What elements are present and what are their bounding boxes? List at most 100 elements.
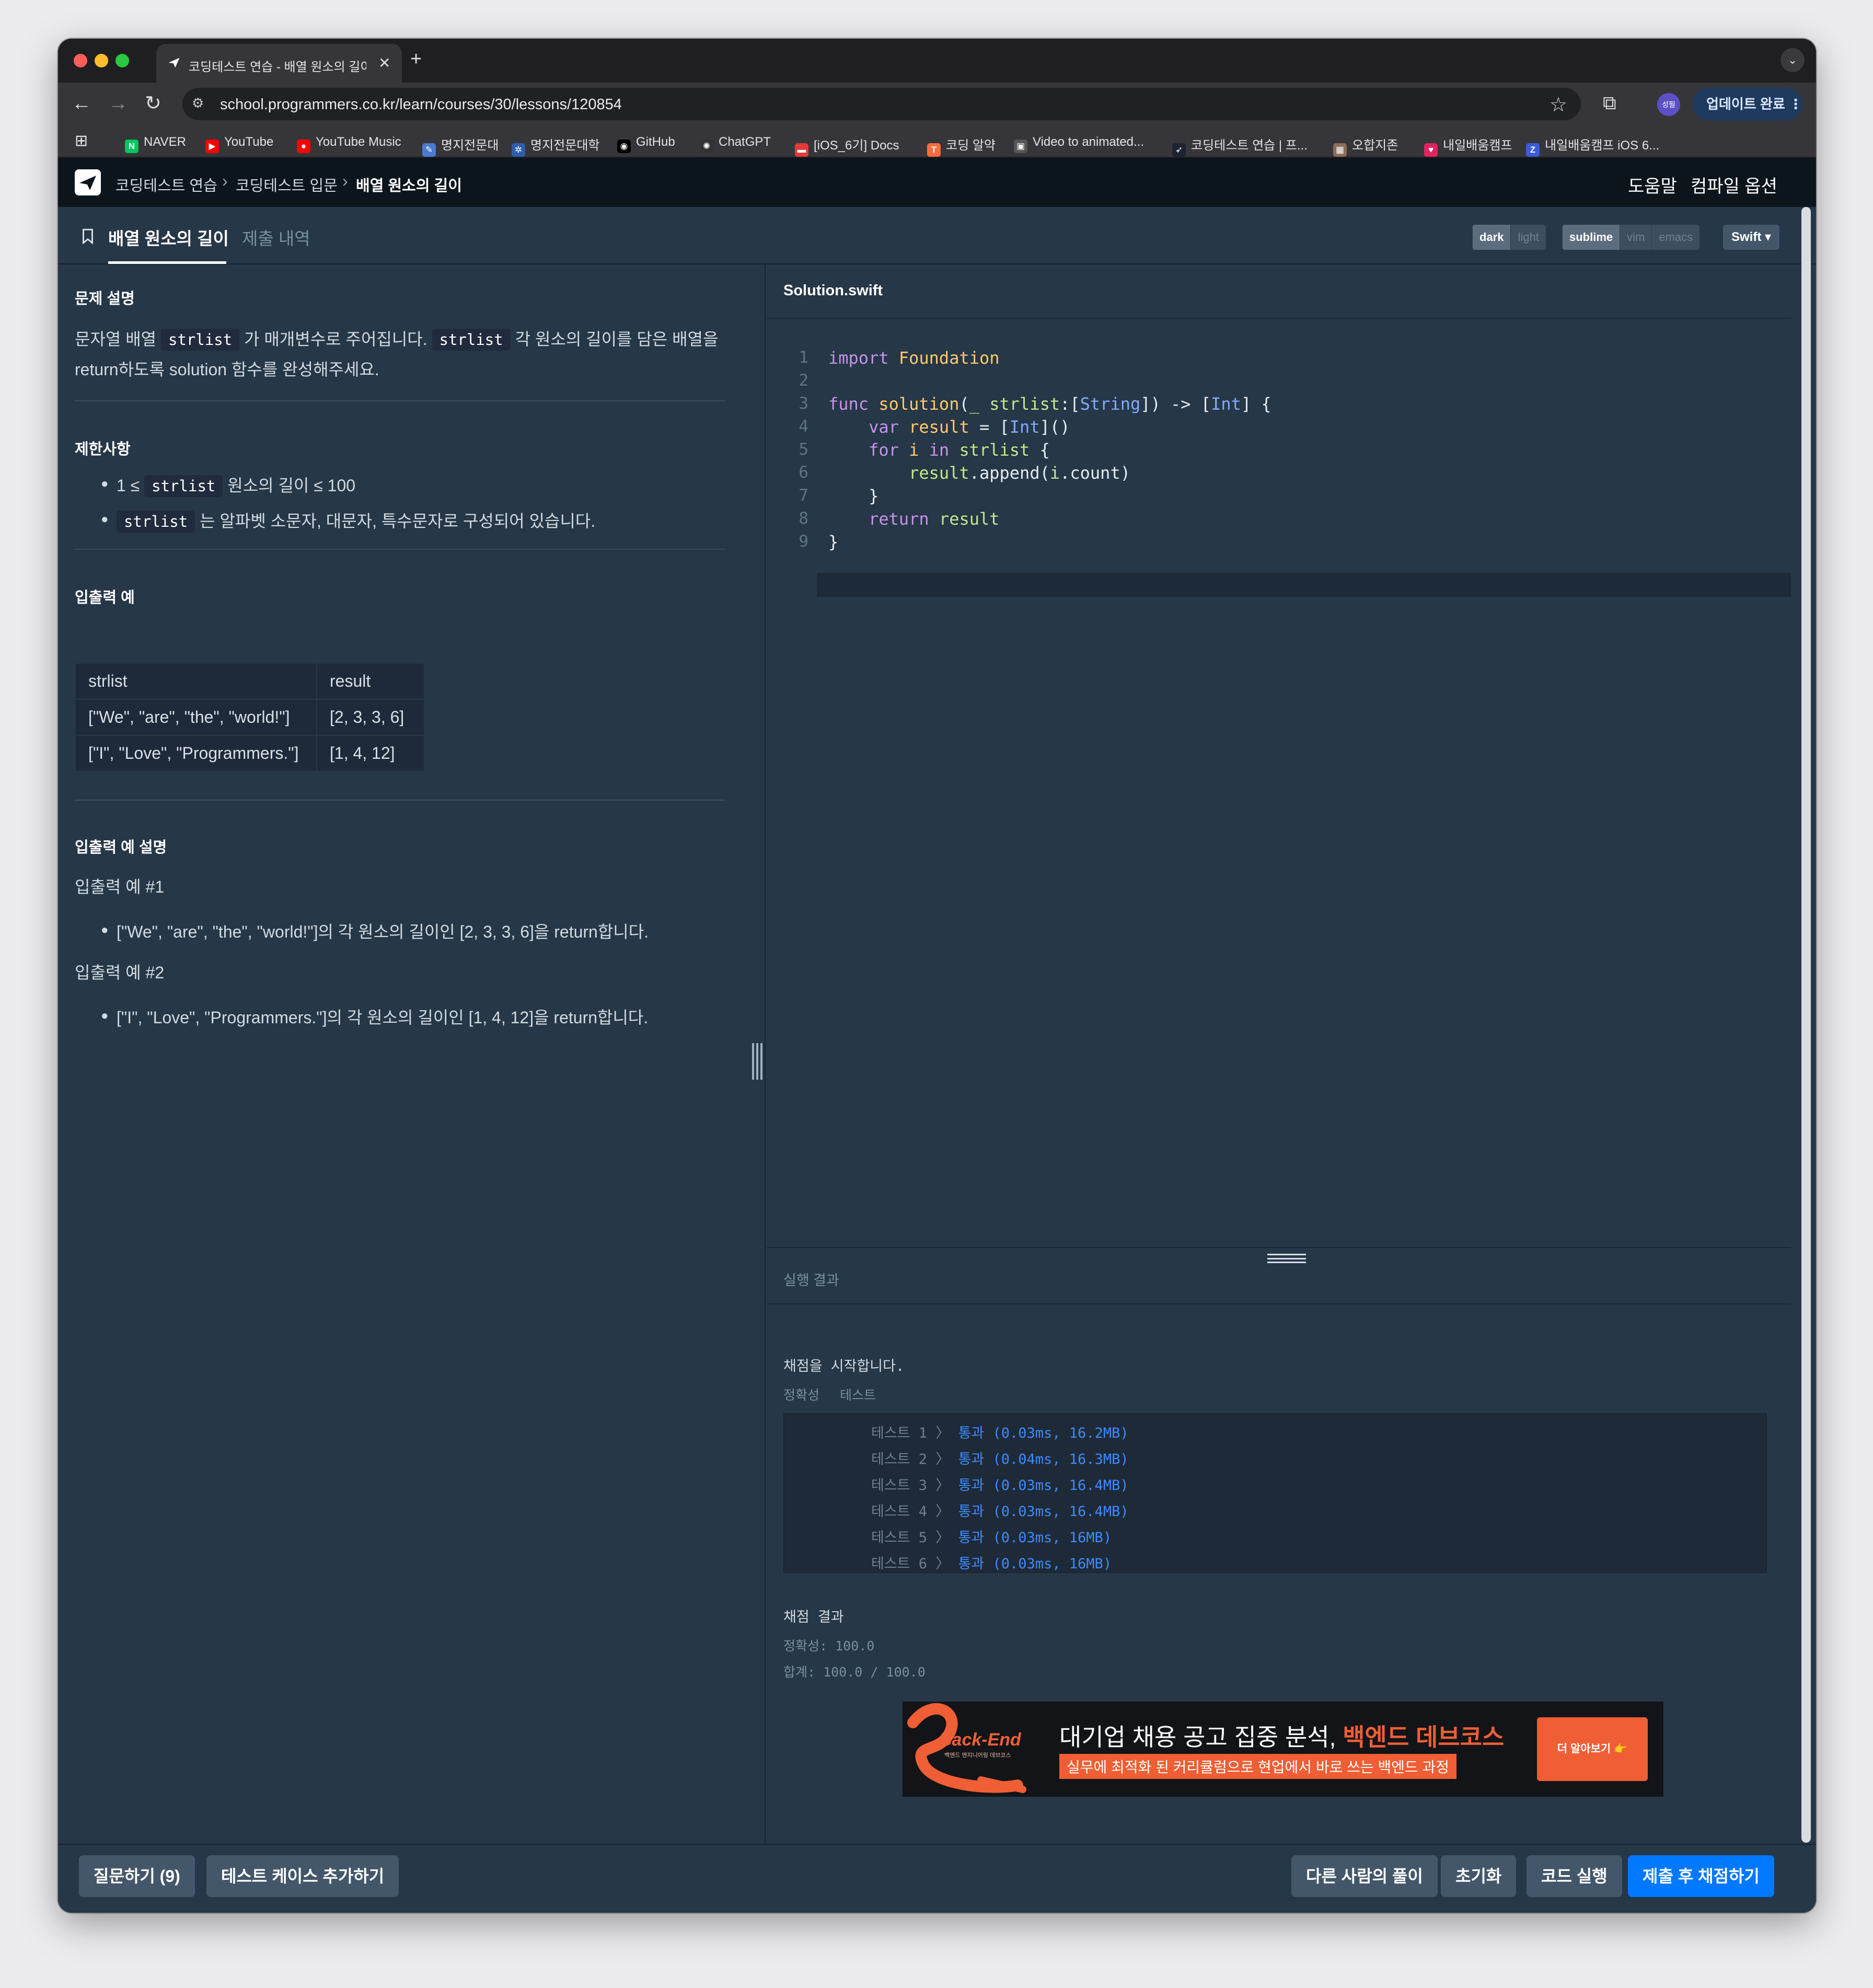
update-button[interactable]: 업데이트 완료 ⋮	[1693, 88, 1802, 120]
test-label: 테스트 6 〉	[871, 1556, 950, 1572]
bookmark-label: ChatGPT	[719, 135, 771, 149]
bookmark-item[interactable]: ➶ 코딩테스트 연습 | 프...	[1172, 135, 1308, 157]
extensions-icon[interactable]: ⧉	[1603, 92, 1616, 114]
current-line-highlight	[817, 573, 1791, 597]
forward-icon[interactable]: →	[108, 92, 128, 115]
theme-dark-button[interactable]: dark	[1472, 225, 1511, 250]
bookmark-item[interactable]: ✺ ChatGPT	[700, 135, 771, 153]
io-desc-title: 입출력 예 설명	[75, 839, 167, 856]
close-window-button[interactable]	[74, 54, 87, 67]
bullet: ●	[101, 923, 109, 937]
inline-code: strlist	[117, 511, 195, 533]
bookmark-item[interactable]: ◉ GitHub	[617, 135, 675, 153]
bookmark-item[interactable]: Z 내일배움캠프 iOS 6...	[1526, 135, 1659, 157]
code-editor[interactable]: 1 2 3 4 5 6 7 8 9 import Foundation func solutio…	[767, 320, 1791, 1245]
site-header: 코딩테스트 연습 › 코딩테스트 입문 › 배열 원소의 길이 도움말 컴파일 …	[58, 158, 1816, 207]
banner-logo-text: Back-End	[939, 1730, 1021, 1750]
bookmark-label: [iOS_6기] Docs	[814, 138, 899, 153]
bookmark-item[interactable]: ▶ YouTube	[205, 135, 273, 153]
editor-panel: Solution.swift 1 2 3 4 5 6 7 8 9 import Foundati…	[767, 264, 1816, 1844]
line-number: 4	[799, 417, 808, 436]
bookmark-label: 내일배움캠프 iOS 6...	[1545, 138, 1660, 153]
test-pass-result: 통과 (0.04ms, 16.3MB)	[958, 1451, 1129, 1467]
limit-2: strlist 는 알파벳 소문자, 대문자, 특수문자로 구성되어 있습니다.	[117, 508, 596, 533]
compile-options-link[interactable]: 컴파일 옵션	[1691, 172, 1777, 198]
bookmark-star-icon[interactable]: ☆	[1550, 93, 1567, 117]
help-link[interactable]: 도움말	[1628, 172, 1677, 198]
programmers-icon	[168, 57, 180, 68]
page-scrollbar[interactable]	[1801, 207, 1811, 1843]
bookmark-item[interactable]: ▬ [iOS_6기] Docs	[795, 135, 899, 157]
test-result-row: 테스트 5 〉 통과 (0.03ms, 16MB)	[871, 1526, 1112, 1546]
photo-icon: ▦	[1333, 143, 1347, 157]
tab-search-button[interactable]: ⌄	[1780, 48, 1805, 72]
profile-avatar[interactable]: 성필	[1657, 93, 1680, 116]
run-code-button[interactable]: 코드 실행	[1527, 1855, 1622, 1897]
address-bar[interactable]: ⚙ school.programmers.co.kr/learn/courses…	[182, 88, 1581, 120]
bookmark-item[interactable]: ♥ 내일배움캠프	[1424, 135, 1512, 157]
banner-logo-subtext: 백엔드 엔지니어링 데브코스	[944, 1752, 1011, 1759]
new-tab-button[interactable]: +	[410, 48, 422, 71]
site-info-icon[interactable]: ⚙	[192, 95, 210, 113]
breadcrumb-intro[interactable]: 코딩테스트 입문	[236, 174, 338, 195]
programmers-logo-icon[interactable]	[75, 169, 101, 195]
browser-toolbar: ← → ↻ ⚙ school.programmers.co.kr/learn/c…	[58, 83, 1816, 125]
desc-paragraph-2: return하도록 solution 함수를 완성해주세요.	[75, 360, 379, 379]
bookmark-item[interactable]: ✲ 명지전문대학	[512, 135, 599, 157]
bookmark-item[interactable]: ✎ 명지전문대	[422, 135, 499, 157]
banner-learn-more-button[interactable]: 더 알아보기 👉	[1537, 1717, 1648, 1781]
bookmark-label: YouTube Music	[316, 135, 401, 149]
close-tab-icon[interactable]: ✕	[378, 54, 390, 72]
reset-button[interactable]: 초기화	[1441, 1855, 1517, 1897]
desc-text: 문자열 배열	[75, 330, 157, 349]
keymap-vim-button[interactable]: vim	[1620, 225, 1651, 250]
ad-banner[interactable]: Back-End 백엔드 엔지니어링 데브코스 대기업 채용 공고 집중 분석,…	[903, 1702, 1663, 1797]
other-solutions-button[interactable]: 다른 사람의 풀이	[1291, 1855, 1438, 1897]
bookmark-icon[interactable]	[79, 226, 97, 247]
limit-text: 1 ≤	[117, 476, 140, 495]
accuracy-column-label: 정확성	[783, 1388, 820, 1403]
breadcrumb-coding-test[interactable]: 코딩테스트 연습	[115, 174, 217, 195]
bookmark-item[interactable]: T 코딩 알약	[927, 135, 996, 157]
grading-start-message: 채점을 시작합니다.	[783, 1358, 905, 1374]
ask-question-button[interactable]: 질문하기 (9)	[79, 1855, 195, 1897]
test-label: 테스트 4 〉	[871, 1504, 950, 1520]
table-header: strlist	[75, 663, 317, 700]
banner-headline: 대기업 채용 공고 집중 분석, 백엔드 데브코스	[1059, 1718, 1504, 1753]
chatgpt-icon: ✺	[700, 140, 713, 153]
panel-resize-handle[interactable]	[752, 1043, 762, 1080]
dots-icon: ✲	[512, 143, 525, 157]
bookmark-item[interactable]: ▦ 오합지존	[1333, 135, 1398, 157]
bookmark-label: YouTube	[224, 135, 274, 149]
browser-tab[interactable]: 코딩테스트 연습 - 배열 원소의 길이 ✕	[156, 44, 402, 83]
divider	[75, 400, 725, 401]
chevron-right-icon: ›	[342, 171, 348, 190]
theme-light-button[interactable]: light	[1510, 225, 1545, 250]
language-select[interactable]: Swift ▾	[1723, 225, 1780, 250]
limit-text: 는 알파벳 소문자, 대문자, 특수문자로 구성되어 있습니다.	[200, 512, 596, 530]
keymap-emacs-button[interactable]: emacs	[1651, 225, 1699, 250]
test-result-row: 테스트 3 〉 통과 (0.03ms, 16.4MB)	[871, 1474, 1129, 1494]
inline-code: strlist	[432, 329, 511, 351]
back-icon[interactable]: ←	[72, 92, 91, 115]
tab-submissions[interactable]: 제출 내역	[242, 225, 310, 250]
zoom-window-button[interactable]	[115, 54, 129, 67]
tab-problem[interactable]: 배열 원소의 길이	[108, 225, 229, 250]
divider	[75, 800, 725, 801]
apps-grid-icon[interactable]: ⊞	[75, 132, 88, 150]
result-resize-handle[interactable]	[1267, 1254, 1306, 1263]
code-line: result.append(i.count)	[909, 463, 1130, 483]
table-cell: ["I", "Love", "Programmers."]	[75, 735, 317, 772]
reload-icon[interactable]: ↻	[145, 92, 161, 115]
keymap-sublime-button[interactable]: sublime	[1562, 225, 1620, 250]
example-2-text: ["I", "Love", "Programmers."]의 각 원소의 길이인…	[117, 1008, 649, 1027]
bookmark-item[interactable]: ▣ Video to animated...	[1014, 135, 1144, 153]
table-header: result	[316, 663, 425, 700]
add-testcase-button[interactable]: 테스트 케이스 추가하기	[206, 1855, 399, 1897]
minimize-window-button[interactable]	[95, 54, 108, 67]
bookmark-item[interactable]: ● YouTube Music	[297, 135, 401, 153]
bookmark-item[interactable]: N NAVER	[125, 135, 186, 153]
score-title: 채점 결과	[783, 1609, 844, 1625]
table-cell: [2, 3, 3, 6]	[316, 699, 425, 736]
submit-button[interactable]: 제출 후 채점하기	[1628, 1855, 1774, 1897]
